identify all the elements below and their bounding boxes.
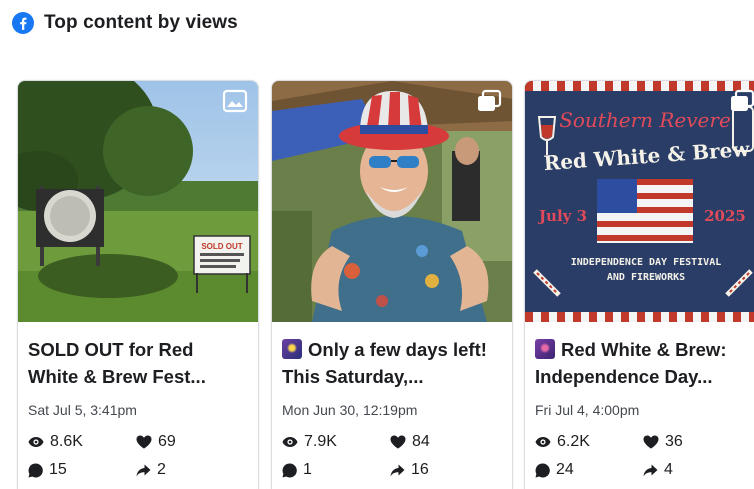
reactions-count: 84 xyxy=(412,433,430,450)
shares-count: 16 xyxy=(411,461,429,478)
views-count: 8.6K xyxy=(50,433,83,450)
fireworks-emoji-icon xyxy=(535,339,555,359)
eye-icon xyxy=(28,437,44,447)
comment-icon xyxy=(282,462,297,477)
photo-icon xyxy=(222,89,248,113)
comments-count: 24 xyxy=(556,461,574,478)
views-stat: 8.6K xyxy=(28,432,136,452)
post-thumbnail[interactable]: SOLD OUT xyxy=(18,81,258,322)
post-card[interactable]: Southern Revere Red White & Brew July 3 … xyxy=(524,80,754,489)
comment-icon xyxy=(535,462,550,477)
heart-icon xyxy=(390,435,406,449)
section-title: Top content by views xyxy=(44,12,238,33)
reactions-count: 36 xyxy=(665,433,683,450)
poster-date-right: 2025 xyxy=(704,207,746,225)
facebook-icon xyxy=(12,12,34,34)
post-image: Southern Revere Red White & Brew July 3 … xyxy=(525,81,754,322)
share-icon xyxy=(643,464,658,476)
shares-count: 2 xyxy=(157,461,166,478)
sparkle-emoji-icon xyxy=(282,339,302,359)
poster-date-left: July 3 xyxy=(537,207,587,225)
share-icon xyxy=(136,464,151,476)
post-image xyxy=(272,81,512,322)
post-date: Fri Jul 4, 4:00pm xyxy=(535,402,640,418)
post-thumbnail[interactable] xyxy=(272,81,512,322)
views-stat: 7.9K xyxy=(282,432,390,452)
eye-icon xyxy=(282,437,298,447)
comments-count: 1 xyxy=(303,461,312,478)
comments-stat: 24 xyxy=(535,460,643,480)
reactions-stat: 36 xyxy=(643,432,743,452)
shares-count: 4 xyxy=(664,461,673,478)
reactions-stat: 84 xyxy=(390,432,490,452)
shares-stat: 2 xyxy=(136,460,236,480)
views-count: 6.2K xyxy=(557,433,590,450)
comments-count: 15 xyxy=(49,461,67,478)
post-date: Mon Jun 30, 12:19pm xyxy=(282,402,418,418)
eye-icon xyxy=(535,437,551,447)
section-header: Top content by views xyxy=(12,10,238,36)
reactions-stat: 69 xyxy=(136,432,236,452)
comments-stat: 15 xyxy=(28,460,136,480)
views-stat: 6.2K xyxy=(535,432,643,452)
post-thumbnail[interactable]: Southern Revere Red White & Brew July 3 … xyxy=(525,81,754,322)
poster-subtitle-1: INDEPENDENCE DAY FESTIVAL xyxy=(571,257,722,268)
album-icon xyxy=(478,89,502,111)
post-title[interactable]: SOLD OUT for Red White & Brew Fest... xyxy=(28,336,248,390)
post-title[interactable]: Only a few days left! This Saturday,... xyxy=(282,336,502,390)
post-title-text: Red White & Brew: Independence Day... xyxy=(535,339,727,387)
post-date: Sat Jul 5, 3:41pm xyxy=(28,402,137,418)
heart-icon xyxy=(643,435,659,449)
poster-subtitle-2: AND FIREWORKS xyxy=(607,272,685,283)
album-icon xyxy=(731,89,754,111)
shares-stat: 4 xyxy=(643,460,743,480)
post-card[interactable]: SOLD OUT SOLD OUT for Red White & Brew F… xyxy=(17,80,259,489)
share-icon xyxy=(390,464,405,476)
comments-stat: 1 xyxy=(282,460,390,480)
comment-icon xyxy=(28,462,43,477)
heart-icon xyxy=(136,435,152,449)
post-image: SOLD OUT xyxy=(18,81,258,322)
reactions-count: 69 xyxy=(158,433,176,450)
poster-brand: Southern Revere xyxy=(559,108,731,132)
post-title[interactable]: Red White & Brew: Independence Day... xyxy=(535,336,754,390)
views-count: 7.9K xyxy=(304,433,337,450)
shares-stat: 16 xyxy=(390,460,490,480)
post-title-text: Only a few days left! This Saturday,... xyxy=(282,339,487,387)
post-card[interactable]: Only a few days left! This Saturday,... … xyxy=(271,80,513,489)
sign-text: SOLD OUT xyxy=(201,242,242,251)
